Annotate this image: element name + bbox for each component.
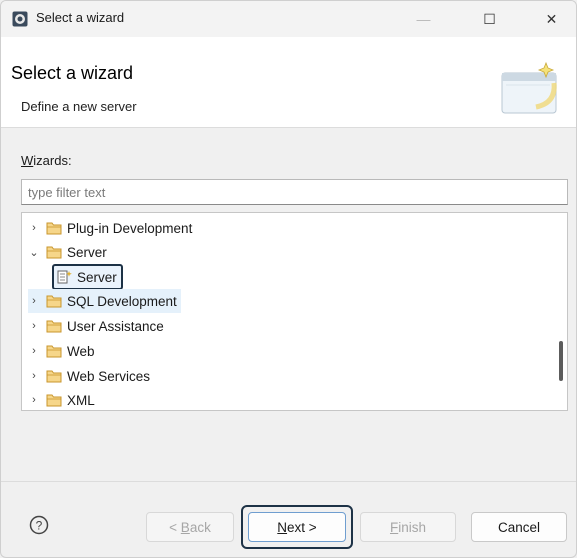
wizard-tree[interactable]: › Plug-in Development ⌄ Server Server › … xyxy=(21,212,568,411)
wizards-label-mnemonic: W xyxy=(21,153,34,168)
chevron-right-icon[interactable]: › xyxy=(28,394,40,406)
next-button-label: ext > xyxy=(287,519,317,535)
tree-item-label: SQL Development xyxy=(67,293,177,309)
back-button-prefix: < xyxy=(169,519,181,535)
page-description: Define a new server xyxy=(21,99,137,114)
next-button[interactable]: Next > xyxy=(248,512,346,542)
new-wizard-banner-icon xyxy=(501,61,557,114)
wizard-header: Select a wizard Define a new server xyxy=(1,37,576,128)
help-icon[interactable]: ? xyxy=(29,515,49,535)
finish-button-label: inish xyxy=(398,519,426,535)
tree-item-label: Server xyxy=(67,244,107,260)
tree-item-user-assistance[interactable]: › User Assistance xyxy=(28,314,164,338)
tree-item-web[interactable]: › Web xyxy=(28,339,95,363)
back-button[interactable]: < Back xyxy=(146,512,234,542)
folder-icon xyxy=(46,222,62,235)
eclipse-app-icon xyxy=(12,11,28,27)
maximize-button[interactable]: ☐ xyxy=(467,1,512,37)
tree-item-sql-development[interactable]: › SQL Development xyxy=(28,289,181,313)
tree-item-label: Web xyxy=(67,343,95,359)
back-button-mnemonic: B xyxy=(180,519,190,535)
folder-open-icon xyxy=(46,246,62,259)
tree-item-label: XML xyxy=(67,392,95,408)
tree-item-server-category[interactable]: ⌄ Server xyxy=(28,240,107,264)
tree-scrollbar-thumb[interactable] xyxy=(559,341,563,381)
tree-item-plugin-development[interactable]: › Plug-in Development xyxy=(28,216,192,240)
tree-item-xml[interactable]: › XML xyxy=(28,388,95,410)
folder-icon xyxy=(46,345,62,358)
server-wizard-icon xyxy=(57,270,72,284)
back-button-label: ack xyxy=(189,519,211,535)
tree-item-label: Server xyxy=(77,269,117,285)
filter-input[interactable] xyxy=(21,179,568,205)
folder-icon xyxy=(46,370,62,383)
wizard-dialog: Select a wizard — ☐ ✕ Select a wizard De… xyxy=(0,0,577,558)
next-button-mnemonic: N xyxy=(277,519,288,535)
page-title: Select a wizard xyxy=(11,63,134,83)
wizards-label-text: izards: xyxy=(33,153,72,168)
chevron-right-icon[interactable]: › xyxy=(28,345,40,357)
folder-icon xyxy=(46,320,62,333)
window-title: Select a wizard xyxy=(36,10,125,25)
chevron-down-icon[interactable]: ⌄ xyxy=(28,246,40,259)
chevron-right-icon[interactable]: › xyxy=(28,370,40,382)
tree-item-label: Plug-in Development xyxy=(67,220,193,236)
chevron-right-icon[interactable]: › xyxy=(28,295,40,307)
folder-icon xyxy=(46,295,62,308)
tree-item-web-services[interactable]: › Web Services xyxy=(28,364,150,388)
title-bar[interactable]: Select a wizard — ☐ ✕ xyxy=(1,1,576,37)
cancel-button[interactable]: Cancel xyxy=(471,512,567,542)
help-icon-glyph: ? xyxy=(36,519,43,533)
folder-icon xyxy=(46,394,62,407)
tree-item-label: Web Services xyxy=(67,368,151,384)
finish-button-mnemonic: F xyxy=(389,519,399,535)
tree-item-label: User Assistance xyxy=(67,318,164,334)
chevron-right-icon[interactable]: › xyxy=(28,222,40,234)
footer-divider xyxy=(1,481,576,482)
finish-button[interactable]: Finish xyxy=(360,512,456,542)
minimize-button[interactable]: — xyxy=(401,1,446,37)
wizards-label: Wizards: xyxy=(21,153,72,168)
chevron-right-icon[interactable]: › xyxy=(28,320,40,332)
close-button[interactable]: ✕ xyxy=(529,1,574,37)
tree-item-server-wizard[interactable]: Server xyxy=(52,264,123,290)
